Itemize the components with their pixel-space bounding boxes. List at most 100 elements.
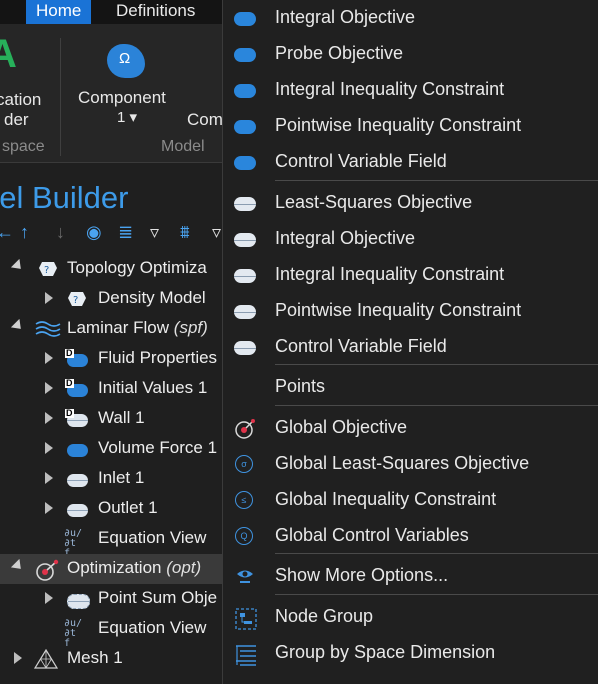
svg-text:?: ? <box>73 295 78 306</box>
wall-icon: D <box>65 409 88 429</box>
move-up-icon[interactable]: ↑ <box>20 220 29 244</box>
menu-separator <box>275 594 598 595</box>
menu-item-label: Integral Inequality Constraint <box>275 79 505 99</box>
collapse-all-icon[interactable]: ⩩ <box>180 220 190 244</box>
boundary-pointwise-inequality-constraint-icon <box>234 301 256 321</box>
expand-toggle-icon[interactable] <box>14 652 22 664</box>
menu-item-least-squares-objective[interactable]: Least-Squares Objective <box>223 185 598 221</box>
menu-item-label: Global Control Variables <box>275 525 469 545</box>
menu-item-global-control-variables[interactable]: Q Global Control Variables <box>223 518 598 554</box>
expand-toggle-icon[interactable] <box>45 472 53 484</box>
model-builder-title: del Builder <box>0 180 129 215</box>
move-down-icon[interactable]: ↓ <box>56 220 65 244</box>
component-glyph: Ω <box>119 50 131 67</box>
model-builder-window: Home Definitions A cation der space Ω Co… <box>0 0 222 684</box>
expand-toggle-icon[interactable] <box>10 318 26 334</box>
application-builder-icon: A <box>0 32 17 76</box>
menu-item-pointwise-inequality-constraint[interactable]: Pointwise Inequality Constraint <box>223 108 598 144</box>
menu-item-global-inequality-constraint[interactable]: ≤ Global Inequality Constraint <box>223 482 598 518</box>
menu-item-points[interactable]: Points <box>223 369 598 405</box>
menu-item-label: Group by Space Dimension <box>275 642 496 662</box>
outlet-icon <box>66 499 88 519</box>
boundary-control-variable-field-icon <box>234 337 256 357</box>
menu-item-global-objective[interactable]: Global Objective <box>223 410 598 446</box>
show-icon[interactable]: ◉ <box>86 220 102 244</box>
tree-node-topology-optimization[interactable]: ? Topology Optimiza <box>0 254 222 284</box>
tree-node-laminar-flow[interactable]: Laminar Flow (spf) <box>0 314 222 344</box>
expand-toggle-icon[interactable] <box>10 258 26 274</box>
menu-item-integral-inequality-constraint[interactable]: Integral Inequality Constraint <box>223 72 598 108</box>
tree-node-density-model[interactable]: ? Density Model <box>0 284 222 314</box>
tree-label: Equation View <box>98 528 207 547</box>
optimization-icon <box>34 559 59 581</box>
global-objective-icon <box>234 418 256 439</box>
expand-toggle-icon[interactable] <box>45 502 53 514</box>
global-control-variables-icon: Q <box>234 526 256 546</box>
tree-node-outlet[interactable]: Outlet 1 <box>0 494 222 524</box>
expand-toggle-icon[interactable] <box>45 592 53 604</box>
boundary-least-squares-objective-icon <box>234 193 256 213</box>
menu-item-boundary-integral-inequality-constraint[interactable]: Integral Inequality Constraint <box>223 257 598 293</box>
model-group-label: Model <box>161 138 205 155</box>
tree-node-optimization[interactable]: Optimization (opt) <box>0 554 222 584</box>
tree-label: Point Sum Obje <box>98 588 218 607</box>
tree-label: Topology Optimiza <box>67 258 207 277</box>
menu-item-show-more-options[interactable]: Show More Options... <box>223 558 598 594</box>
tab-definitions[interactable]: Definitions <box>106 0 205 24</box>
component-button[interactable]: Ω Component 1 ▾ <box>74 40 178 136</box>
group-by-space-dimension-icon <box>234 643 256 666</box>
expand-toggle-icon[interactable] <box>10 558 26 574</box>
tree-label: Density Model <box>98 288 206 307</box>
tree-node-point-sum-objective[interactable]: Point Sum Obje <box>0 584 222 614</box>
menu-item-integral-objective[interactable]: Integral Objective <box>223 0 598 36</box>
domain-integral-inequality-constraint-icon <box>234 80 256 100</box>
menu-separator <box>275 364 598 365</box>
menu-item-boundary-control-variable-field[interactable]: Control Variable Field <box>223 329 598 365</box>
tree-node-wall[interactable]: D Wall 1 <box>0 404 222 434</box>
back-icon[interactable]: ← <box>0 220 14 244</box>
menu-item-label: Control Variable Field <box>275 336 447 356</box>
menu-item-boundary-pointwise-inequality-constraint[interactable]: Pointwise Inequality Constraint <box>223 293 598 329</box>
menu-item-control-variable-field[interactable]: Control Variable Field <box>223 144 598 180</box>
tree-node-mesh[interactable]: Mesh 1 <box>0 644 222 674</box>
boundary-integral-inequality-constraint-icon <box>234 265 256 285</box>
tree-node-fluid-properties[interactable]: D Fluid Properties <box>0 344 222 374</box>
tree-node-equation-view[interactable]: ∂u/∂t f Equation View <box>0 614 222 649</box>
application-builder-button[interactable]: A cation der <box>0 32 56 144</box>
menu-item-probe-objective[interactable]: Probe Objective <box>223 36 598 72</box>
dropdown-icon[interactable]: ▿ <box>150 220 159 244</box>
menu-item-global-least-squares-objective[interactable]: σ Global Least-Squares Objective <box>223 446 598 482</box>
tree-node-inlet[interactable]: Inlet 1 <box>0 464 222 494</box>
application-builder-label-1: cation <box>0 90 42 109</box>
node-group-icon <box>234 607 257 630</box>
menu-item-label: Global Inequality Constraint <box>275 489 497 509</box>
tree-node-volume-force[interactable]: Volume Force 1 <box>0 434 222 464</box>
expand-toggle-icon[interactable] <box>45 442 53 454</box>
menu-item-label: Node Group <box>275 606 374 626</box>
tree-node-equation-view[interactable]: ∂u/∂t f Equation View <box>0 524 222 559</box>
expand-toggle-icon[interactable] <box>45 382 53 394</box>
partial-ribbon-label: Com <box>187 110 222 129</box>
menu-item-group-by-space-dimension[interactable]: Group by Space Dimension <box>223 635 598 671</box>
menu-separator <box>275 405 598 406</box>
global-least-squares-objective-icon: σ <box>234 454 256 474</box>
menu-item-node-group[interactable]: Node Group <box>223 599 598 635</box>
menu-item-boundary-integral-objective[interactable]: Integral Objective <box>223 221 598 257</box>
tree-label: Outlet 1 <box>98 498 158 517</box>
more-dropdown-icon[interactable]: ▿ <box>212 220 221 244</box>
expand-sections-icon[interactable]: ≣ <box>118 220 133 244</box>
component-value[interactable]: 1 ▾ <box>117 108 137 126</box>
expand-toggle-icon[interactable] <box>45 352 53 364</box>
expand-toggle-icon[interactable] <box>45 292 53 304</box>
ribbon-tab-bar: Home Definitions <box>0 0 222 24</box>
menu-item-label: Integral Inequality Constraint <box>275 264 505 284</box>
equation-view-icon: ∂u/∂t f <box>64 528 83 559</box>
expand-toggle-icon[interactable] <box>45 412 53 424</box>
tree-node-initial-values[interactable]: D Initial Values 1 <box>0 374 222 404</box>
menu-item-label: Integral Objective <box>275 228 416 248</box>
menu-item-label: Integral Objective <box>275 7 416 27</box>
domain-control-variable-field-icon <box>234 152 256 172</box>
domain-integral-objective-icon <box>234 8 256 28</box>
tab-home[interactable]: Home <box>26 0 92 24</box>
workspace-group-label: space <box>2 138 45 155</box>
